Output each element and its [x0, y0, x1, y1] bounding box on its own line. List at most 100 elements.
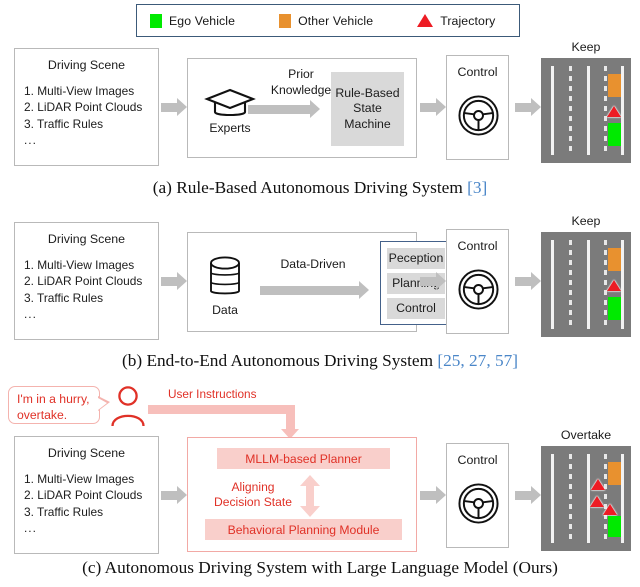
trajectory-marker	[607, 280, 621, 291]
aligning-decision-state-label: Aligning Decision State	[201, 480, 305, 510]
legend-label-ego-vehicle: Ego Vehicle	[169, 13, 236, 28]
scene-item: ...	[24, 521, 37, 536]
align-line1: Aligning	[231, 480, 275, 494]
road-scene-keep-b	[541, 232, 631, 337]
user-instruction-arrow-shaft-v	[286, 405, 295, 430]
arrow-pipeline-to-control-a	[420, 98, 446, 116]
other-vehicle-marker	[608, 462, 621, 485]
driving-scene-panel-b: Driving Scene 1. Multi-View Images 2. Li…	[14, 222, 159, 340]
driving-scene-list-c: 1. Multi-View Images 2. LiDAR Point Clou…	[24, 471, 142, 537]
figure-root: Ego Vehicle Other Vehicle Trajectory Dri…	[0, 0, 640, 587]
trajectory-marker	[591, 479, 605, 490]
caption-b-text: (b) End-to-End Autonomous Driving System	[121, 351, 438, 370]
arrow-scene-to-pipeline-a	[161, 98, 187, 116]
legend-item-other-vehicle: Other Vehicle	[279, 13, 374, 28]
caption-a-citation: [3]	[467, 178, 488, 197]
align-line2: Decision State	[214, 495, 292, 509]
arrow-scene-to-pipeline-c	[161, 486, 187, 504]
trajectory-marker	[603, 504, 617, 515]
scene-item: 1. Multi-View Images	[24, 472, 135, 486]
lane-line-solid	[551, 66, 554, 155]
bubble-line-2: overtake.	[17, 407, 68, 422]
caption-a-text: (a) Rule-Based Autonomous Driving System	[152, 178, 468, 197]
control-panel-a: Control	[446, 55, 509, 160]
other-vehicle-marker	[608, 248, 621, 271]
trajectory-marker	[607, 106, 621, 117]
ego-vehicle-marker	[608, 123, 621, 146]
arrow-control-to-scene-b	[515, 272, 541, 290]
arrow-pipeline-to-control-b	[420, 272, 446, 290]
steering-wheel-icon	[458, 483, 499, 524]
pipeline-panel-a: Experts Prior Knowledge Rule-Based State…	[187, 58, 417, 158]
driving-scene-title-a: Driving Scene	[47, 58, 126, 72]
arrow-prior-knowledge-a	[248, 100, 323, 118]
arrow-control-to-scene-a	[515, 98, 541, 116]
control-label-c: Control	[457, 453, 498, 467]
control-label-a: Control	[457, 65, 498, 79]
legend-item-trajectory: Trajectory	[417, 14, 495, 28]
road-scene-keep-a	[541, 58, 631, 163]
legend-label-trajectory: Trajectory	[440, 13, 496, 28]
driving-scene-title-c: Driving Scene	[47, 446, 126, 460]
control-label-b: Control	[457, 239, 498, 253]
prior-knowledge-line1: Prior	[288, 67, 314, 81]
legend: Ego Vehicle Other Vehicle Trajectory	[136, 4, 520, 37]
driving-scene-list-b: 1. Multi-View Images 2. LiDAR Point Clou…	[24, 257, 142, 323]
driving-scene-list-a: 1. Multi-View Images 2. LiDAR Point Clou…	[24, 83, 142, 149]
rule-based-state-machine-block: Rule-Based State Machine	[331, 72, 404, 146]
arrow-data-driven-b	[260, 281, 372, 299]
scene-item: 3. Traffic Rules	[24, 290, 104, 305]
arrow-scene-to-pipeline-b	[161, 272, 187, 290]
scene-item: ...	[24, 133, 37, 148]
legend-item-ego-vehicle: Ego Vehicle	[150, 13, 236, 28]
lane-line-solid	[587, 240, 590, 329]
lane-line-dashed	[569, 66, 572, 155]
steering-wheel-icon	[458, 269, 499, 310]
control-panel-c: Control	[446, 443, 509, 548]
lane-line-dashed	[604, 454, 607, 543]
scene-item: 1. Multi-View Images	[24, 258, 135, 272]
user-instruction-arrow-shaft-h	[148, 405, 295, 414]
lane-line-solid	[621, 454, 624, 543]
ego-vehicle-marker	[608, 297, 621, 320]
driving-scene-panel-c: Driving Scene 1. Multi-View Images 2. Li…	[14, 436, 159, 554]
control-panel-b: Control	[446, 229, 509, 334]
scene-item: ...	[24, 307, 37, 322]
lane-line-solid	[621, 66, 624, 155]
caption-b-citation: [25, 27, 57]	[437, 351, 518, 370]
lane-line-solid	[551, 454, 554, 543]
stack-item-control: Control	[387, 298, 445, 319]
other-vehicle-marker	[608, 74, 621, 97]
caption-a: (a) Rule-Based Autonomous Driving System…	[0, 178, 640, 198]
orange-square-swatch-icon	[279, 13, 292, 28]
scene-item: 2. LiDAR Point Clouds	[24, 100, 143, 115]
scene-item: 2. LiDAR Point Clouds	[24, 274, 143, 289]
driving-scene-title-b: Driving Scene	[47, 232, 126, 246]
data-driven-label: Data-Driven	[280, 257, 346, 271]
experts-label: Experts	[209, 121, 251, 135]
user-instructions-label: User Instructions	[168, 387, 257, 401]
red-triangle-swatch-icon	[417, 14, 434, 27]
scene-item: 2. LiDAR Point Clouds	[24, 488, 143, 503]
data-label: Data	[212, 303, 238, 317]
scene-item: 3. Traffic Rules	[24, 116, 104, 131]
driving-scene-panel-a: Driving Scene 1. Multi-View Images 2. Li…	[14, 48, 159, 166]
double-headed-arrow-icon	[300, 475, 320, 517]
behavioral-planning-module-block: Behavioral Planning Module	[205, 519, 402, 540]
bubble-line-1: I'm in a hurry,	[17, 392, 90, 406]
rbsm-line2: State	[353, 101, 382, 116]
caption-c: (c) Autonomous Driving System with Large…	[0, 558, 640, 578]
rbsm-line3: Machine	[344, 116, 391, 131]
legend-label-other-vehicle: Other Vehicle	[298, 13, 374, 28]
road-caption-a: Keep	[571, 40, 601, 54]
pipeline-panel-b: Data Data-Driven Peception Planning Cont…	[187, 232, 452, 332]
rbsm-line1: Rule-Based	[335, 85, 400, 100]
road-caption-b: Keep	[571, 214, 601, 228]
road-scene-overtake-c	[541, 446, 631, 551]
green-square-swatch-icon	[150, 13, 162, 28]
lane-line-solid	[551, 240, 554, 329]
mllm-based-planner-block: MLLM-based Planner	[217, 448, 390, 469]
user-person-icon	[111, 386, 145, 427]
user-speech-bubble: I'm in a hurry, overtake.	[8, 386, 110, 424]
llm-pipeline-panel: MLLM-based Planner Aligning Decision Sta…	[187, 437, 417, 552]
